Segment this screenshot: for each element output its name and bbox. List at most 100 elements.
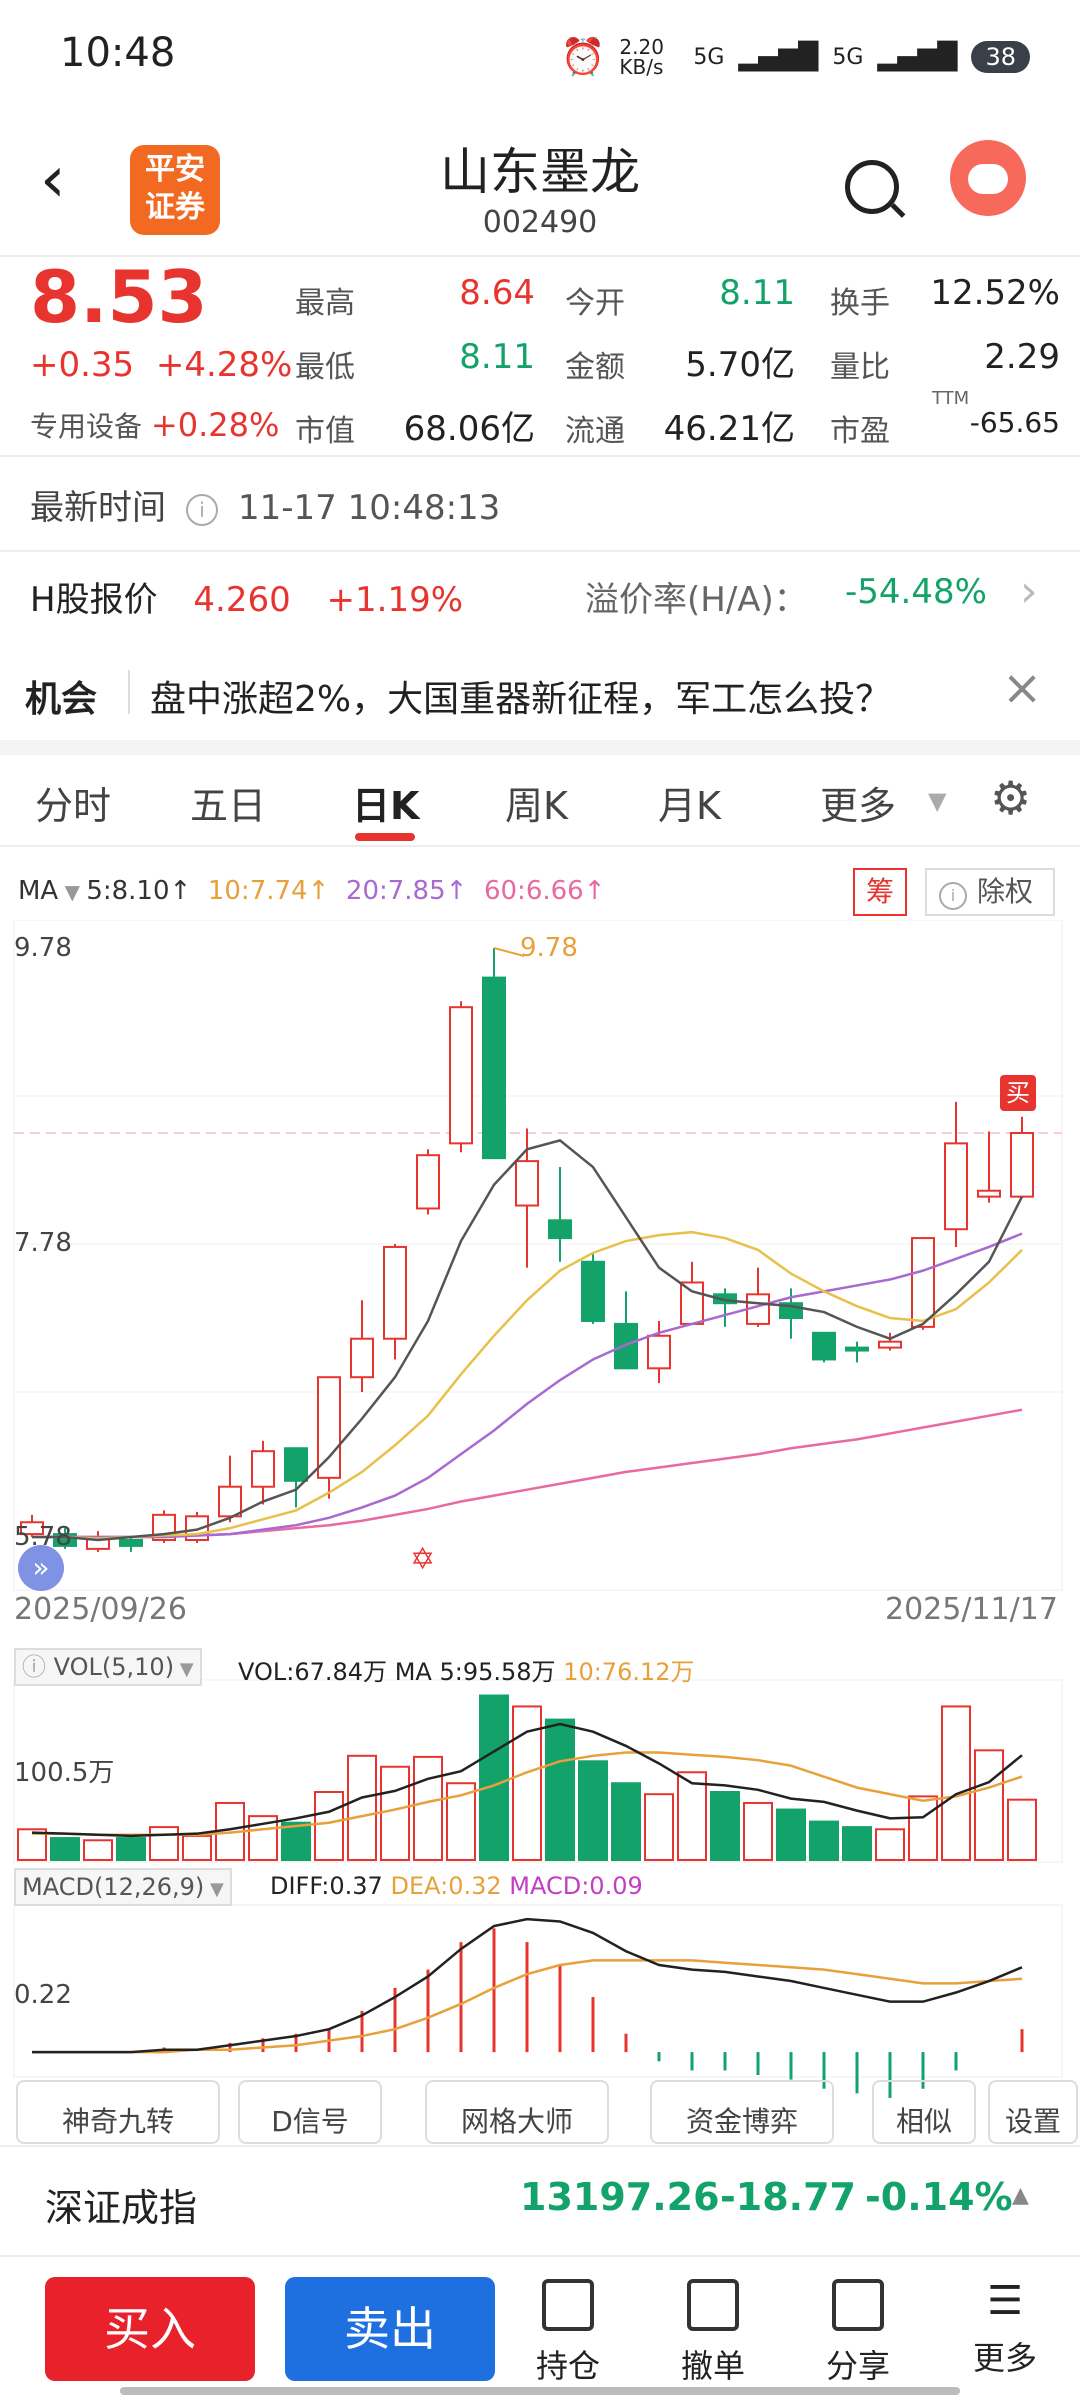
ma60-value: 60:6.66↑: [483, 876, 606, 906]
ma10-line: [32, 1230, 1023, 1540]
high-label: 最高: [295, 286, 355, 321]
candle-body-9: [317, 1376, 341, 1479]
expand-icon[interactable]: »: [18, 1545, 64, 1591]
buy-marker[interactable]: 买: [1000, 1075, 1036, 1111]
share-action[interactable]: 分享: [808, 2279, 908, 2387]
tool-chip-3[interactable]: 网格大师: [425, 2080, 609, 2144]
divider: [0, 455, 1080, 457]
buy-button[interactable]: 买入: [45, 2277, 255, 2381]
status-icons: ⏰ 2.20 KB/s 5G ▂▄▆█ 5G ▂▄▆█ 38: [561, 36, 1030, 78]
ex-rights-button[interactable]: i 除权: [925, 868, 1055, 916]
sell-button[interactable]: 卖出: [285, 2277, 495, 2381]
info-icon[interactable]: i: [186, 493, 218, 526]
hold-action[interactable]: 持仓: [518, 2279, 618, 2387]
amount-label: 金额: [565, 350, 625, 385]
status-bar: 10:48 ⏰ 2.20 KB/s 5G ▂▄▆█ 5G ▂▄▆█ 38: [0, 0, 1080, 110]
tool-chip-1[interactable]: 神奇九转: [16, 2080, 220, 2144]
stock-code: 002490: [482, 205, 598, 240]
price-change: +0.35 +4.28%: [30, 345, 292, 385]
premium-value: -54.48%: [845, 572, 987, 612]
candle-body-6: [218, 1485, 242, 1518]
share-label: 分享: [825, 2347, 890, 2385]
price-panel-frame: [13, 920, 1063, 1591]
dea-value: DEA:0.32: [390, 1872, 502, 1900]
hold-label: 持仓: [535, 2347, 600, 2385]
volume-bar-12: [413, 1755, 443, 1861]
volume-bar-3: [116, 1837, 146, 1861]
signal-5g-1: 5G: [693, 44, 725, 70]
open-label: 今开: [565, 286, 625, 321]
vol-indicator-selector[interactable]: ⓘ VOL(5,10) ▼: [14, 1648, 202, 1686]
gear-icon[interactable]: ⚙: [990, 771, 1031, 825]
tab-month-k[interactable]: 月K: [658, 775, 721, 830]
volume-bar-23: [776, 1808, 806, 1862]
sector-label: 专用设备: [30, 410, 143, 443]
volume-bar-9: [314, 1791, 344, 1861]
opportunity-text: 盘中涨超2%，大国重器新征程，军工怎么投？: [150, 679, 892, 720]
star-marker-icon: ✡: [410, 1542, 436, 1577]
macd-indicator-name: MACD(12,26,9): [22, 1873, 205, 1901]
assistant-avatar-icon[interactable]: [950, 140, 1026, 216]
tab-five-day[interactable]: 五日: [190, 775, 266, 830]
ma20-line: [32, 1232, 1023, 1539]
float-label: 流通: [565, 414, 625, 449]
macd-value: MACD:0.09: [509, 1872, 643, 1900]
candle-body-14: [482, 976, 506, 1160]
tool-chip-4[interactable]: 资金博弈: [650, 2080, 834, 2144]
candle-body-19: [647, 1334, 671, 1370]
cancel-action[interactable]: 撤单: [663, 2279, 763, 2387]
caret-down-icon: ▼: [58, 880, 87, 904]
candle-body-12: [416, 1154, 440, 1210]
index-ticker[interactable]: 深证成指 13197.26 -18.77 -0.14% ▲: [0, 2145, 1080, 2257]
kline-chart[interactable]: [0, 920, 1080, 2120]
current-price: 8.53: [30, 255, 208, 339]
hshare-label: H股报价: [30, 580, 158, 620]
change-value: +0.35: [30, 345, 135, 385]
more-action[interactable]: ☰ 更多: [955, 2279, 1055, 2379]
caret-down-icon: ▼: [174, 1659, 194, 1680]
macd-indicator-selector[interactable]: MACD(12,26,9) ▼: [14, 1868, 232, 1906]
tool-chips: 神奇九转 D信号 网格大师 资金博弈 相似 设置: [0, 2080, 1080, 2145]
vol-level: 100.5万: [14, 1758, 115, 1788]
sector-info[interactable]: 专用设备 +0.28%: [30, 405, 279, 445]
period-tabs: 分时 五日 日K 周K 月K 更多 ▼ ⚙: [0, 755, 1080, 845]
tab-minute[interactable]: 分时: [35, 775, 111, 830]
volume-bar-28: [941, 1705, 971, 1861]
tab-more[interactable]: 更多: [820, 775, 896, 830]
candle-body-13: [449, 1006, 473, 1145]
ma-legend[interactable]: MA ▼ 5:8.10↑ 10:7.74↑ 20:7.85↑ 60:6.66↑: [18, 876, 606, 906]
candle-body-15: [515, 1160, 539, 1207]
candle-body-10: [350, 1337, 374, 1379]
tab-day-k[interactable]: 日K: [352, 775, 419, 830]
mcap-label: 市值: [295, 414, 355, 449]
info-icon: i: [939, 882, 967, 910]
tool-settings[interactable]: 设置: [988, 2080, 1078, 2144]
expand-up-icon[interactable]: ▲: [1012, 2183, 1029, 2208]
turnover-label: 换手: [830, 286, 890, 321]
tool-chip-5[interactable]: 相似: [872, 2080, 976, 2144]
tool-chip-2[interactable]: D信号: [238, 2080, 382, 2144]
opportunity-tag: 机会: [25, 679, 98, 720]
caret-down-icon: ▼: [204, 1879, 224, 1900]
index-value: 13197.26: [520, 2175, 720, 2219]
close-icon[interactable]: ×: [1002, 660, 1042, 716]
volume-bar-21: [710, 1791, 740, 1861]
y-tick-mid: 7.78: [14, 1228, 72, 1258]
battery-indicator: 38: [971, 41, 1030, 73]
section-gap: [0, 740, 1080, 755]
search-icon[interactable]: [845, 160, 899, 214]
candle-body-11: [383, 1245, 407, 1340]
macd-level: 0.22: [14, 1980, 72, 2010]
chevron-down-icon[interactable]: ▼: [928, 787, 946, 815]
volume-bar-4: [149, 1826, 179, 1862]
sector-pct: +0.28%: [150, 406, 280, 444]
candle-body-24: [812, 1331, 836, 1361]
candle-body-26: [878, 1340, 902, 1349]
hshare-row[interactable]: H股报价 4.260 +1.19% 溢价率(H/A)： -54.48% ›: [30, 566, 1050, 621]
home-indicator: [120, 2387, 960, 2395]
volume-bar-19: [644, 1793, 674, 1861]
volume-bar-2: [83, 1839, 113, 1861]
opportunity-banner[interactable]: 机会 盘中涨超2%，大国重器新征程，军工怎么投？ ×: [0, 650, 1080, 740]
chip-button[interactable]: 筹: [853, 868, 907, 916]
tab-week-k[interactable]: 周K: [505, 775, 568, 830]
